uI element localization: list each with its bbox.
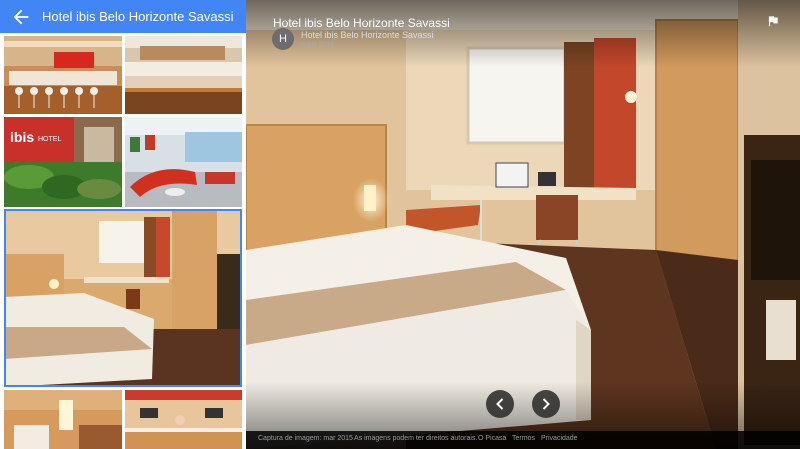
svg-text:ibis: ibis [10,129,34,145]
picasa-link[interactable]: O Picasa [478,435,506,442]
next-photo-button[interactable] [532,390,560,418]
photo-viewer[interactable]: Hotel ibis Belo Horizonte Savassi H Hote… [246,0,800,449]
thumbnail-ibis-lobby-sign[interactable]: ibis HOTEL [4,117,122,207]
chevron-right-icon [542,398,550,410]
capture-date: Captura de imagem: mar 2015 [258,435,353,442]
flag-icon[interactable] [766,14,780,28]
viewer-footer: Captura de imagem: mar 2015 As imagens p… [246,431,800,449]
thumbnail-reception[interactable] [125,390,242,449]
photo-grid: ibis HOTEL [0,33,246,449]
photo-panel: Hotel ibis Belo Horizonte Savassi ibis H… [0,0,246,449]
main-photo [246,0,800,449]
chevron-left-icon [496,398,504,410]
photo-date: MAR 2015 [301,42,335,49]
copyright-notice: As imagens podem ter direitos autorais. [354,435,478,442]
thumbnail-bathroom[interactable] [4,390,122,449]
terms-link[interactable]: Termos [512,435,535,442]
thumbnail-restaurant-bar[interactable] [4,36,122,114]
privacy-link[interactable]: Privacidade [541,435,578,442]
arrow-left-icon[interactable] [10,6,32,28]
contributor-name[interactable]: Hotel ibis Belo Horizonte Savassi [301,30,434,40]
svg-text:HOTEL: HOTEL [38,136,61,143]
panel-header: Hotel ibis Belo Horizonte Savassi [0,0,246,33]
contributor-avatar[interactable]: H [272,28,294,50]
previous-photo-button[interactable] [486,390,514,418]
thumbnail-lobby-lounge[interactable] [125,117,242,207]
thumbnail-guest-room[interactable] [4,209,242,387]
thumbnail-breakfast-buffet[interactable] [125,36,242,114]
panel-title: Hotel ibis Belo Horizonte Savassi [42,9,234,24]
viewer-title: Hotel ibis Belo Horizonte Savassi [273,16,450,30]
